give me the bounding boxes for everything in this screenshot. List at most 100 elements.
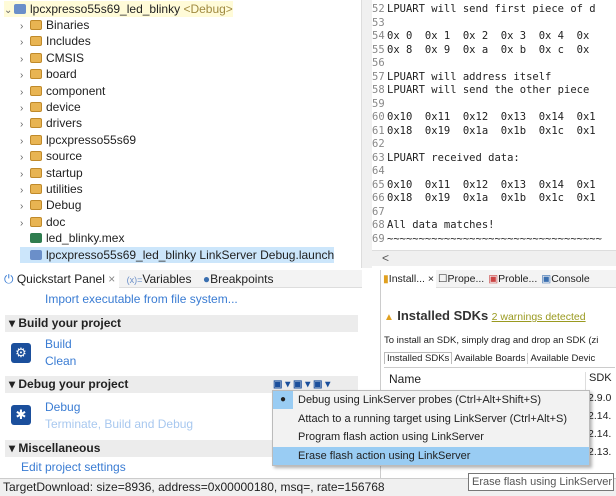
col-name-header[interactable]: Name <box>389 372 421 386</box>
line-text: 0x10 0x11 0x12 0x13 0x14 0x1 <box>387 178 596 191</box>
terminate-build-debug-link[interactable]: Terminate, Build and Debug <box>45 417 193 431</box>
tree-item[interactable]: › startup <box>20 165 83 181</box>
tab-breakpoints[interactable]: ●Breakpoints <box>199 270 278 288</box>
tab-label: Breakpoints <box>210 272 274 286</box>
tab-label: Prope... <box>447 273 485 285</box>
tab-variables[interactable]: (x)=Variables <box>123 270 196 289</box>
console-output: 52 LPUART will send first piece of d 53 54 0… <box>372 0 616 250</box>
clean-link[interactable]: Clean <box>45 354 76 368</box>
tree-item[interactable]: › device <box>20 99 81 115</box>
folder-icon <box>30 118 42 129</box>
tree-item[interactable]: › Includes <box>20 33 91 49</box>
tab-label: Install... <box>388 273 425 285</box>
tree-item[interactable]: › CMSIS <box>20 50 84 66</box>
tooltip: Erase flash using LinkServer <box>468 473 614 491</box>
console-line: 67 <box>372 206 387 219</box>
line-number: 65 <box>372 178 385 191</box>
tree-item[interactable]: › Debug <box>20 197 81 213</box>
tab-console[interactable]: ▣Console <box>539 270 591 288</box>
line-number: 66 <box>372 192 385 204</box>
project-config: <Debug> <box>183 2 233 16</box>
line-text: All data matches! <box>387 219 495 231</box>
warnings-link[interactable]: 2 warnings detected <box>492 311 586 323</box>
folder-icon <box>30 200 42 211</box>
menu-item-program-flash[interactable]: Program flash action using LinkServer <box>273 428 589 447</box>
debug-bug-icon: ✱ <box>11 405 31 425</box>
tree-item-label: CMSIS <box>46 50 85 65</box>
folder-icon <box>30 85 42 96</box>
editor-hscrollbar[interactable]: < <box>372 250 616 266</box>
console-line: 52 LPUART will send first piece of d <box>372 3 596 16</box>
import-executable-link[interactable]: Import executable from file system... <box>45 292 238 306</box>
subtab-available-devices[interactable]: Available Devic <box>527 353 598 364</box>
folder-icon <box>30 134 42 145</box>
chevron-down-icon[interactable]: ⌄ <box>4 3 14 19</box>
line-number: 60 <box>372 111 385 123</box>
tree-item[interactable]: › utilities <box>20 181 83 197</box>
menu-item-erase-flash[interactable]: Erase flash action using LinkServer <box>273 446 589 465</box>
tree-scrollbar[interactable] <box>362 0 372 268</box>
line-text: LPUART will send first piece of d <box>387 3 596 15</box>
tab-properties[interactable]: ☐Prope... <box>436 270 486 288</box>
sdk-version-cell: 2.14. <box>588 410 612 422</box>
menu-label: Program flash action using LinkServer <box>298 431 484 443</box>
line-text: LPUART will address itself <box>387 70 552 83</box>
tree-item-label: led_blinky.mex <box>46 231 125 246</box>
tree-project-root[interactable]: ⌄ lpcxpresso55s69_led_blinky <Debug> <box>4 1 233 17</box>
build-gear-icon: ⚙ <box>11 343 31 363</box>
line-text: 0x18 0x19 0x1a 0x1b 0x1c 0x1 <box>387 192 596 204</box>
debug-link[interactable]: Debug <box>45 400 80 414</box>
line-number: 53 <box>372 16 385 29</box>
folder-icon <box>30 184 42 194</box>
tab-quickstart[interactable]: ⏻ Quickstart Panel × <box>0 270 120 288</box>
folder-icon <box>30 216 42 227</box>
console-line: 61 0x18 0x19 0x1a 0x1b 0x1c 0x1 <box>372 125 596 138</box>
tree-item-label: device <box>46 100 81 114</box>
folder-icon <box>30 36 42 47</box>
subtab-installed-sdks[interactable]: Installed SDKs <box>384 352 453 364</box>
col-sdk-header[interactable]: SDK <box>585 372 615 390</box>
tree-item[interactable]: › doc <box>20 214 65 230</box>
section-title: Build your project <box>18 316 122 330</box>
console-line: 54 0x 0 0x 1 0x 2 0x 3 0x 4 0x <box>372 30 589 43</box>
tree-item[interactable]: led_blinky.mex <box>20 230 124 246</box>
tree-item[interactable]: › drivers <box>20 115 82 131</box>
debug-dropdown-menu: ● Debug using LinkServer probes (Ctrl+Alt… <box>272 390 590 466</box>
line-number: 64 <box>372 165 385 177</box>
breakpoints-icon: ● <box>202 272 211 286</box>
tree-item-label: startup <box>46 165 83 180</box>
tree-item[interactable]: › source <box>20 148 82 164</box>
tree-item[interactable]: › Binaries <box>20 17 89 33</box>
console-line: 58 LPUART will send the other piece <box>372 84 589 97</box>
folder-icon <box>30 151 42 162</box>
tree-item[interactable]: › board <box>20 66 77 82</box>
tree-item-label: Debug <box>46 198 82 213</box>
menu-item-debug-linkserver[interactable]: ● Debug using LinkServer probes (Ctrl+Alt… <box>273 391 589 410</box>
tree-item[interactable]: lpcxpresso55s69_led_blinky LinkServer De… <box>20 246 335 263</box>
tab-label: Proble... <box>498 273 538 285</box>
line-text: LPUART will send the other piece <box>387 84 590 96</box>
tab-problems[interactable]: ▣Proble... <box>486 270 539 288</box>
tree-item-label: utilities <box>46 182 83 196</box>
menu-item-attach[interactable]: Attach to a running target using LinkSer… <box>273 410 589 429</box>
project-icon <box>14 4 26 14</box>
edit-project-settings-link[interactable]: Edit project settings <box>21 460 126 474</box>
line-number: 67 <box>372 205 385 218</box>
tree-item-label: lpcxpresso55s69 <box>46 132 137 147</box>
build-section-header[interactable]: ▾ Build your project <box>5 315 358 332</box>
line-number: 57 <box>372 70 385 83</box>
warning-icon: ▲ <box>384 312 394 323</box>
console-line: 65 0x10 0x11 0x12 0x13 0x14 0x1 <box>372 179 596 192</box>
close-icon[interactable]: × <box>108 272 115 286</box>
subtab-available-boards[interactable]: Available Boards <box>452 353 527 364</box>
line-number: 54 <box>372 30 385 42</box>
line-number: 52 <box>372 3 385 15</box>
sdk-version-cell: 2.14. <box>588 428 612 440</box>
line-text: 0x 0 0x 1 0x 2 0x 3 0x 4 0x <box>387 30 590 42</box>
tree-item[interactable]: › lpcxpresso55s69 <box>20 132 136 148</box>
tree-item[interactable]: › component <box>20 83 105 99</box>
console-line: 56 <box>372 57 387 70</box>
tab-label: Quickstart Panel <box>16 272 105 286</box>
tab-installed-sdks[interactable]: ▮Install... × <box>381 270 437 288</box>
build-link[interactable]: Build <box>45 337 72 351</box>
